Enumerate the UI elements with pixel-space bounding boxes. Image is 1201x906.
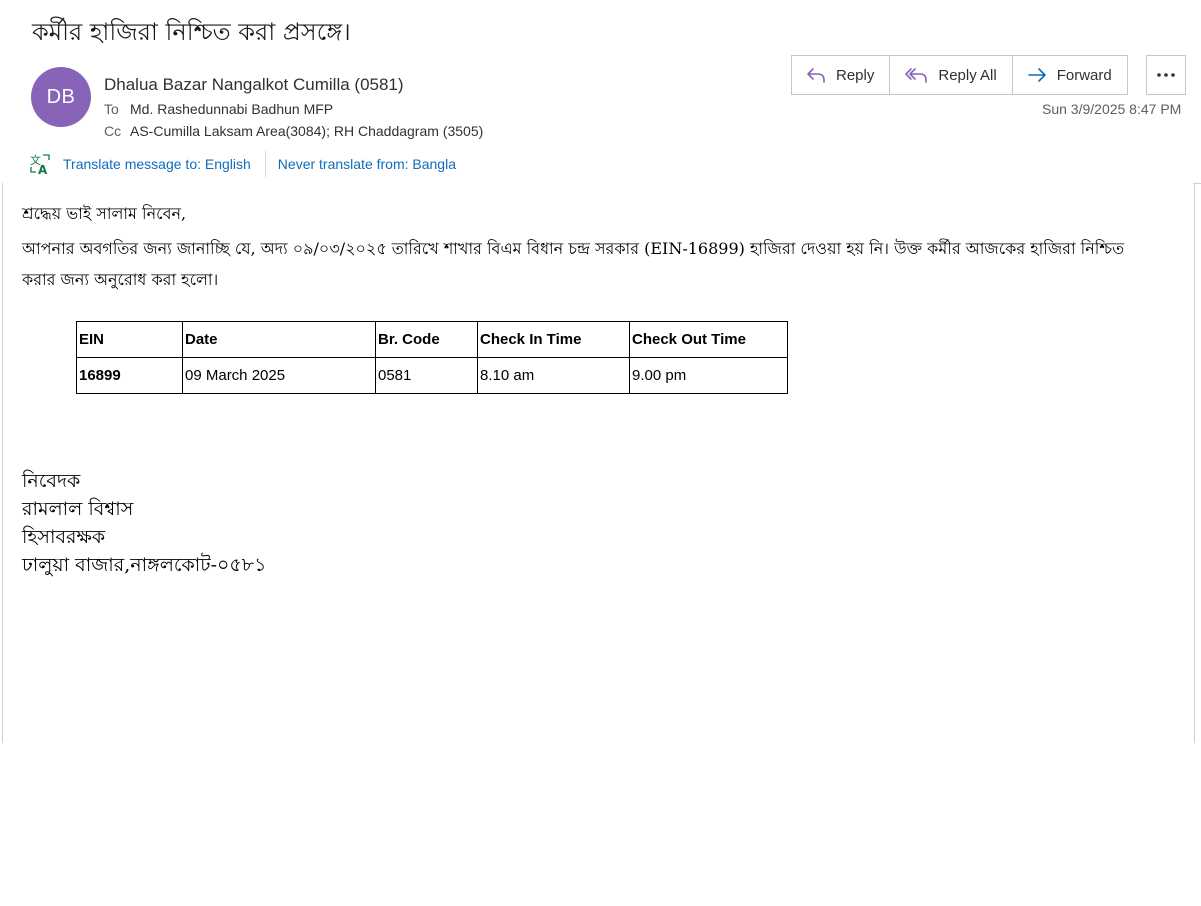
reply-all-label: Reply All xyxy=(938,66,997,84)
translate-bar: 文 A Translate message to: English Never … xyxy=(29,150,456,178)
body-paragraph-line-2: করার জন্য অনুরোধ করা হলো। xyxy=(22,270,219,289)
forward-label: Forward xyxy=(1056,66,1112,84)
scrollbar-track[interactable] xyxy=(1194,183,1195,743)
reply-icon xyxy=(807,68,825,83)
sender-avatar[interactable]: DB xyxy=(31,67,91,127)
body-paragraph-line-1: আপনার অবগতির জন্য জানাচ্ছি যে, অদ্য ০৯/০… xyxy=(22,239,1125,258)
greeting-text: শ্রদ্ধেয় ভাই সালাম নিবেন, xyxy=(22,204,187,223)
forward-button[interactable]: Forward xyxy=(1013,56,1127,94)
to-label: To xyxy=(104,101,119,117)
cc-label: Cc xyxy=(104,123,122,139)
reply-label: Reply xyxy=(836,66,875,84)
translate-icon: 文 A xyxy=(30,153,50,175)
cell-check-out-time: 9.00 pm xyxy=(629,357,788,394)
to-row: To Md. Rashedunnabi Badhun MFP xyxy=(104,101,333,117)
cell-branch-code: 0581 xyxy=(375,357,478,394)
to-recipient[interactable]: Md. Rashedunnabi Badhun MFP xyxy=(130,101,333,117)
more-actions-button[interactable] xyxy=(1146,55,1186,95)
scrollbar-up-arrow[interactable] xyxy=(1193,183,1201,202)
never-translate-link[interactable]: Never translate from: Bangla xyxy=(278,156,456,172)
header-check-out-time: Check Out Time xyxy=(629,321,788,358)
reading-pane-left-border xyxy=(2,183,3,743)
translate-divider xyxy=(264,151,266,177)
message-actions-group: Reply Reply All Forward xyxy=(791,55,1128,95)
table-row: 16899 09 March 2025 0581 8.10 am 9.00 pm xyxy=(76,357,788,394)
forward-icon xyxy=(1027,68,1046,82)
sent-timestamp: Sun 3/9/2025 8:47 PM xyxy=(1042,101,1182,117)
header-branch-code: Br. Code xyxy=(375,321,478,358)
header-check-in-time: Check In Time xyxy=(477,321,630,358)
signature-line-4: ঢালুয়া বাজার,নাঙ্গলকোট-০৫৮১ xyxy=(22,554,267,576)
attendance-table: EIN Date Br. Code Check In Time Check Ou… xyxy=(76,321,788,394)
cc-recipients[interactable]: AS-Cumilla Laksam Area(3084); RH Chaddag… xyxy=(130,123,483,139)
reply-all-icon xyxy=(905,68,928,83)
translate-message-link[interactable]: Translate message to: English xyxy=(63,156,251,172)
cell-check-in-time: 8.10 am xyxy=(477,357,630,394)
cc-row: Cc AS-Cumilla Laksam Area(3084); RH Chadd… xyxy=(104,123,483,139)
header-ein: EIN xyxy=(76,321,183,358)
email-subject: কর্মীর হাজিরা নিশ্চিত করা প্রসঙ্গে। xyxy=(32,18,351,46)
sender-name[interactable]: Dhalua Bazar Nangalkot Cumilla (0581) xyxy=(104,75,404,95)
svg-text:A: A xyxy=(38,163,48,175)
cell-ein: 16899 xyxy=(76,357,183,394)
header-date: Date xyxy=(182,321,376,358)
reply-button[interactable]: Reply xyxy=(792,56,891,94)
more-horizontal-icon xyxy=(1157,73,1175,77)
table-header-row: EIN Date Br. Code Check In Time Check Ou… xyxy=(76,321,788,358)
cell-date: 09 March 2025 xyxy=(182,357,376,394)
reply-all-button[interactable]: Reply All xyxy=(890,56,1013,94)
